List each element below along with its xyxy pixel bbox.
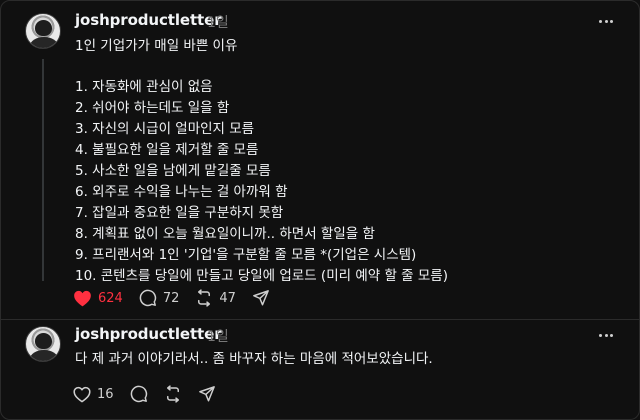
reply-body: 다 제 과거 이야기라서.. 좀 바꾸자 하는 마음에 적어보았습니다. — [75, 351, 433, 367]
reply-button[interactable]: 72 — [139, 289, 180, 307]
share-button[interactable] — [198, 385, 216, 403]
thread-card: joshproductletter 1일 1인 기업가가 매일 바쁜 이유 1.… — [0, 0, 640, 420]
avatar[interactable] — [25, 13, 61, 49]
username[interactable]: joshproductletter — [75, 11, 222, 29]
list-item: 5. 사소한 일을 남에게 맡길줄 모름 — [75, 163, 271, 179]
repost-icon — [198, 289, 211, 307]
list-item: 1. 자동화에 관심이 없음 — [75, 79, 213, 95]
share-button[interactable] — [252, 289, 270, 307]
avatar[interactable] — [25, 326, 61, 362]
heart-icon — [73, 386, 91, 402]
list-item: 9. 프리랜서와 1인 '기업'을 구분할 줄 모름 *(기업은 시스템) — [75, 247, 417, 263]
comment-icon — [139, 289, 157, 307]
repost-count: 47 — [219, 290, 236, 306]
repost-button[interactable] — [164, 385, 182, 403]
reply-count: 72 — [162, 290, 180, 306]
post-actions: 624 72 47 — [73, 289, 286, 307]
list-item: 2. 쉬어야 하는데도 일을 함 — [75, 100, 230, 116]
heart-icon — [74, 290, 91, 306]
post-body: 1인 기업가가 매일 바쁜 이유 1. 자동화에 관심이 없음 2. 쉬어야 하… — [75, 36, 619, 287]
list-item: 4. 불필요한 일을 제거할 줄 모름 — [75, 142, 259, 158]
more-icon[interactable] — [599, 333, 613, 337]
comment-icon — [130, 385, 147, 403]
list-item: 6. 외주로 수익을 나누는 걸 아까워 함 — [75, 184, 288, 200]
reply-button[interactable] — [130, 385, 148, 403]
username[interactable]: joshproductletter — [75, 325, 222, 343]
list-item: 8. 계획표 없이 오늘 월요일이니까.. 하면서 할일을 함 — [75, 226, 375, 242]
like-count: 16 — [97, 386, 114, 402]
timestamp[interactable]: 1일 — [207, 326, 229, 346]
thread-line — [42, 59, 44, 281]
like-button[interactable]: 16 — [73, 386, 114, 403]
more-icon[interactable] — [599, 19, 613, 23]
main-post: joshproductletter 1일 1인 기업가가 매일 바쁜 이유 1.… — [1, 1, 639, 319]
list-item: 7. 잡일과 중요한 일을 구분하지 못함 — [75, 205, 284, 221]
timestamp[interactable]: 1일 — [207, 12, 229, 32]
share-icon — [253, 290, 269, 306]
like-count: 624 — [98, 290, 123, 306]
list-item: 10. 콘텐츠를 당일에 만들고 당일에 업로드 (미리 예약 할 줄 모름) — [75, 268, 448, 284]
post-title: 1인 기업가가 매일 바쁜 이유 — [75, 38, 238, 54]
repost-icon — [166, 385, 179, 403]
like-button[interactable]: 624 — [73, 290, 123, 307]
share-icon — [198, 386, 215, 402]
list-item: 3. 자신의 시급이 얼마인지 모름 — [75, 121, 255, 137]
repost-button[interactable]: 47 — [195, 289, 236, 307]
reply-post: joshproductletter 1일 다 제 과거 이야기라서.. 좀 바꾸… — [1, 319, 639, 419]
reply-actions: 16 — [73, 385, 232, 403]
